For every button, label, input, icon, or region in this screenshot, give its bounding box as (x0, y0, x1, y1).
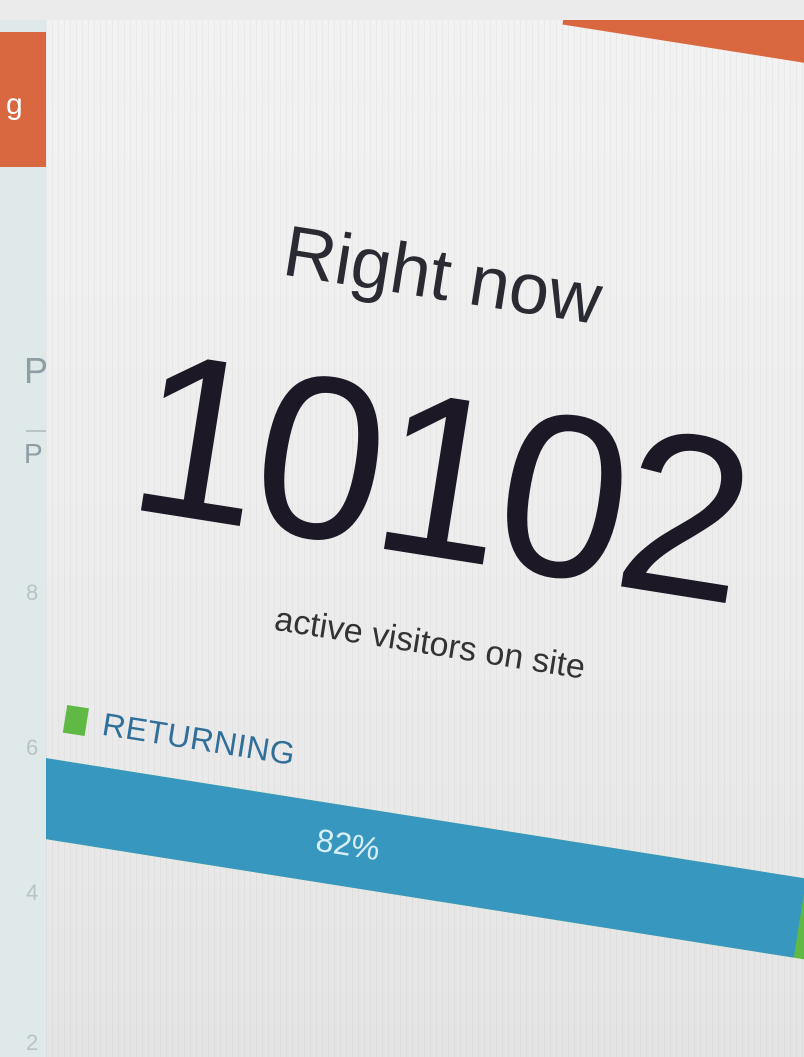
adjacent-panel-header: g (0, 32, 46, 167)
adjacent-panel-tick: 6 (26, 735, 39, 760)
photo-frame: g P P 8 6 4 2 Right now 10102 active vis… (0, 0, 804, 1057)
adjacent-panel-tick: 8 (26, 580, 39, 605)
returning-legend: RETURNING (62, 700, 298, 773)
adjacent-panel-divider (26, 430, 46, 432)
widget-title: Right now (278, 210, 608, 341)
returning-legend-label: RETURNING (99, 705, 298, 772)
returning-visitors-bar: 82% (46, 755, 804, 975)
returning-visitors-bar-fill (46, 755, 804, 958)
adjacent-panel-tick: 4 (26, 880, 39, 905)
returning-legend-swatch (62, 704, 90, 736)
adjacent-panel-header-text: g (6, 88, 23, 121)
active-visitor-count: 10102 (115, 301, 764, 654)
adjacent-panel-label-2: P (24, 438, 43, 469)
realtime-widget: Right now 10102 active visitors on site … (46, 20, 804, 1057)
adjacent-panel: g P P 8 6 4 2 (0, 20, 48, 1057)
adjacent-panel-label-1: P (24, 350, 49, 391)
adjacent-panel-tick: 2 (26, 1030, 39, 1055)
